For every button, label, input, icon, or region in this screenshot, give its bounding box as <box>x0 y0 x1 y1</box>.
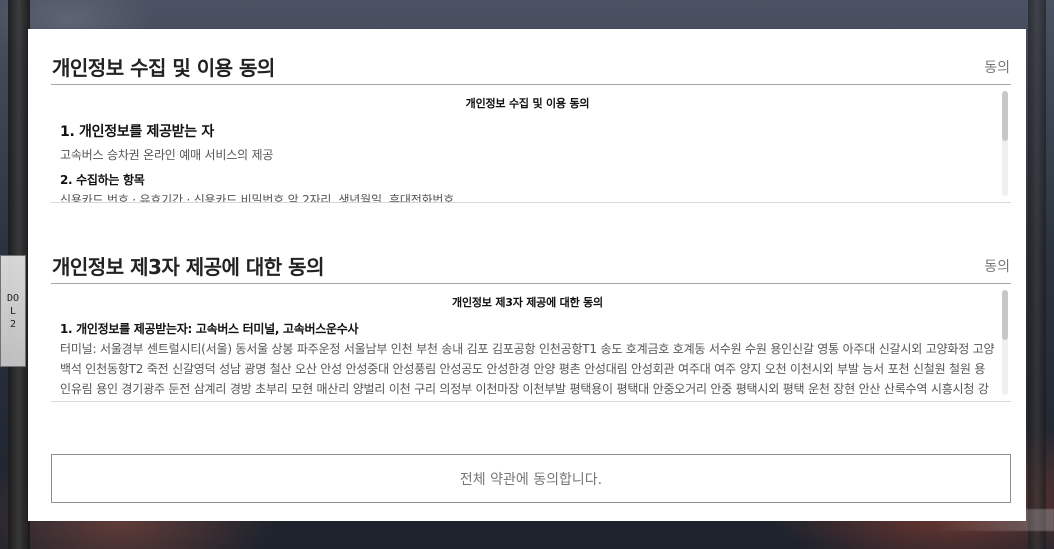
agree-toggle[interactable]: 동의 <box>984 57 1010 77</box>
terms-content: 개인정보 수집 및 이용 동의 1. 개인정보를 제공받는 자 고속버스 승차권… <box>60 95 995 202</box>
section-title: 개인정보 제3자 제공에 대한 동의 <box>52 255 324 279</box>
terms-heading: 개인정보 제3자 제공에 대한 동의 <box>452 296 603 309</box>
terms-scrollbox[interactable]: 개인정보 수집 및 이용 동의 1. 개인정보를 제공받는 자 고속버스 승차권… <box>51 85 1011 203</box>
consent-panel: 개인정보 수집 및 이용 동의 동의 개인정보 수집 및 이용 동의 1. 개인… <box>28 29 1026 521</box>
background-sign: DO L 2 <box>0 255 26 367</box>
scrollbar[interactable] <box>1002 91 1008 196</box>
term-item-title: 2. 수집하는 항목 <box>60 173 145 187</box>
background-sign-text: 2 <box>9 318 17 330</box>
background-sign-text: L <box>9 305 17 317</box>
terms-heading: 개인정보 수집 및 이용 동의 <box>465 97 590 110</box>
section-header: 개인정보 수집 및 이용 동의 동의 <box>51 49 1011 85</box>
term-item-body: 고속버스 승차권 온라인 예매 서비스의 제공 <box>60 148 274 162</box>
consent-section-third-party: 개인정보 제3자 제공에 대한 동의 동의 개인정보 제3자 제공에 대한 동의… <box>51 248 1011 402</box>
scrollbar-thumb[interactable] <box>1002 91 1008 141</box>
scrollbar[interactable] <box>1002 290 1008 395</box>
street-pole <box>1028 0 1046 549</box>
consent-section-personal-info: 개인정보 수집 및 이용 동의 동의 개인정보 수집 및 이용 동의 1. 개인… <box>51 49 1011 203</box>
term-item-body: 터미널: 서울경부 센트럴시티(서울) 동서울 상봉 파주운정 서울남부 인천 … <box>60 342 995 396</box>
scrollbar-thumb[interactable] <box>1002 290 1008 340</box>
term-item-title: 1. 개인정보를 제공받는 자 <box>60 124 214 140</box>
agree-toggle[interactable]: 동의 <box>984 256 1010 276</box>
terms-content: 개인정보 제3자 제공에 대한 동의 1. 개인정보를 제공받는자: 고속버스 … <box>60 294 995 401</box>
terms-scrollbox[interactable]: 개인정보 제3자 제공에 대한 동의 1. 개인정보를 제공받는자: 고속버스 … <box>51 284 1011 402</box>
term-item-body: 신용카드 번호 · 유효기간 · 신용카드 비밀번호 앞 2자리, 생년월일, … <box>60 193 455 202</box>
term-item-title: 1. 개인정보를 제공받는자: 고속버스 터미널, 고속버스운수사 <box>60 322 359 336</box>
section-header: 개인정보 제3자 제공에 대한 동의 동의 <box>51 248 1011 284</box>
section-title: 개인정보 수집 및 이용 동의 <box>52 56 275 80</box>
background-sign-text: DO <box>6 292 20 304</box>
agree-all-button[interactable]: 전체 약관에 동의합니다. <box>51 454 1011 503</box>
